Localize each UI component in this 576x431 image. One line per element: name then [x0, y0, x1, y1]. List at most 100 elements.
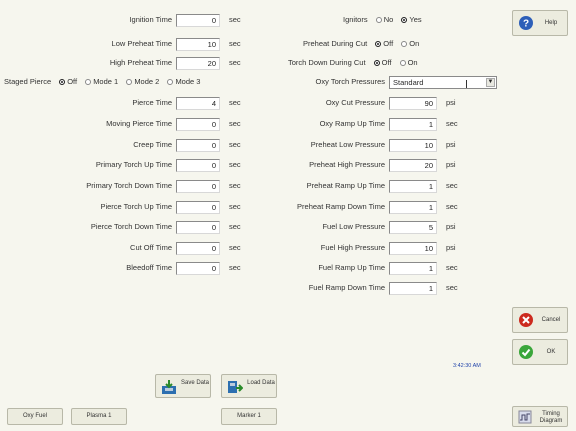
fuel-ramp-down-time-input[interactable]: 1: [389, 282, 437, 295]
primary-torch-down-time-label: Primary Torch Down Time: [86, 181, 172, 190]
torch-down-during-cut-label: Torch Down During Cut: [288, 58, 366, 67]
ignition-time-label: Ignition Time: [129, 15, 172, 24]
pierce-torch-up-time-unit: sec: [229, 202, 241, 211]
help-label: Help: [544, 20, 558, 26]
high-preheat-time-unit: sec: [229, 58, 241, 67]
preheat-ramp-up-time-input[interactable]: 1: [389, 180, 437, 193]
oxy-fuel-button[interactable]: Oxy Fuel: [7, 408, 63, 425]
moving-pierce-time-input[interactable]: 0: [176, 118, 220, 131]
bleedoff-time-label: Bleedoff Time: [126, 263, 172, 272]
ignitors-yes-radio[interactable]: Yes: [401, 15, 422, 24]
torch-down-during-cut-on-radio[interactable]: On: [399, 58, 418, 67]
staged-pierce-mode1-radio[interactable]: Mode 1: [85, 77, 118, 86]
preheat-low-pressure-label: Preheat Low Pressure: [310, 140, 385, 149]
preheat-ramp-up-time-label: Preheat Ramp Up Time: [306, 181, 385, 190]
staged-pierce-label: Staged Pierce: [4, 77, 52, 86]
save-data-button[interactable]: Save Data: [155, 374, 211, 398]
pierce-torch-down-time-input[interactable]: 0: [176, 221, 220, 234]
torch-down-during-cut-off-radio[interactable]: Off: [373, 58, 392, 67]
cut-off-time-input[interactable]: 0: [176, 242, 220, 255]
fuel-high-pressure-label: Fuel High Pressure: [320, 243, 385, 252]
low-preheat-time-unit: sec: [229, 39, 241, 48]
clock: 3:42:30 AM: [453, 363, 481, 369]
pierce-torch-up-time-label: Pierce Torch Up Time: [100, 202, 172, 211]
plasma1-button[interactable]: Plasma 1: [71, 408, 127, 425]
preheat-high-pressure-label: Preheat High Pressure: [309, 160, 385, 169]
pierce-torch-down-time-unit: sec: [229, 222, 241, 231]
low-preheat-time-label: Low Preheat Time: [111, 39, 172, 48]
primary-torch-up-time-unit: sec: [229, 160, 241, 169]
marker1-button[interactable]: Marker 1: [221, 408, 277, 425]
staged-pierce-mode2-radio[interactable]: Mode 2: [126, 77, 159, 86]
oxy-ramp-up-time-input[interactable]: 1: [389, 118, 437, 131]
preheat-low-pressure-unit: psi: [446, 140, 456, 149]
primary-torch-down-time-input[interactable]: 0: [176, 180, 220, 193]
cancel-button[interactable]: Cancel: [512, 307, 568, 333]
svg-text:?: ?: [523, 19, 529, 30]
pierce-time-input[interactable]: 4: [176, 97, 220, 110]
save-data-icon: [161, 379, 177, 397]
ignitors-group: Ignitors No Yes: [343, 13, 422, 27]
creep-time-input[interactable]: 0: [176, 139, 220, 152]
ignitors-no-radio[interactable]: No: [375, 15, 393, 24]
ignition-time-input[interactable]: 0: [176, 14, 220, 27]
preheat-ramp-down-time-input[interactable]: 1: [389, 201, 437, 214]
bleedoff-time-unit: sec: [229, 263, 241, 272]
bleedoff-time-input[interactable]: 0: [176, 262, 220, 275]
low-preheat-time-input[interactable]: 10: [176, 38, 220, 51]
cut-off-time-label: Cut Off Time: [130, 243, 172, 252]
creep-time-label: Creep Time: [133, 140, 172, 149]
oxy-ramp-up-time-label: Oxy Ramp Up Time: [319, 119, 385, 128]
primary-torch-down-time-unit: sec: [229, 181, 241, 190]
fuel-low-pressure-input[interactable]: 5: [389, 221, 437, 234]
oxy-ramp-up-time-unit: sec: [446, 119, 458, 128]
preheat-high-pressure-input[interactable]: 20: [389, 159, 437, 172]
ok-button[interactable]: OK: [512, 339, 568, 365]
text-cursor-icon: [466, 80, 467, 88]
oxy-cut-pressure-unit: psi: [446, 98, 456, 107]
preheat-during-cut-off-radio[interactable]: Off: [375, 39, 393, 48]
staged-pierce-mode3-radio[interactable]: Mode 3: [167, 77, 200, 86]
cancel-x-icon: [519, 313, 533, 327]
oxy-cut-pressure-input[interactable]: 90: [389, 97, 437, 110]
help-button[interactable]: ? Help: [512, 10, 568, 36]
torch-down-during-cut-group: Torch Down During Cut Off On: [288, 56, 418, 70]
fuel-ramp-up-time-input[interactable]: 1: [389, 262, 437, 275]
preheat-high-pressure-unit: psi: [446, 160, 456, 169]
pierce-torch-down-time-label: Pierce Torch Down Time: [90, 222, 172, 231]
primary-torch-up-time-input[interactable]: 0: [176, 159, 220, 172]
chevron-down-icon[interactable]: ▼: [486, 78, 495, 87]
pierce-time-label: Pierce Time: [132, 98, 172, 107]
timing-diagram-icon: [518, 410, 532, 426]
preheat-during-cut-on-radio[interactable]: On: [401, 39, 419, 48]
staged-pierce-group: Staged Pierce Off Mode 1 Mode 2 Mode 3: [4, 75, 200, 89]
staged-pierce-off-radio[interactable]: Off: [59, 77, 77, 86]
moving-pierce-time-unit: sec: [229, 119, 241, 128]
ignitors-label: Ignitors: [343, 15, 368, 24]
preheat-during-cut-group: Preheat During Cut Off On: [303, 37, 419, 51]
oxy-torch-pressures-value: Standard: [393, 78, 424, 87]
oxy-cut-pressure-label: Oxy Cut Pressure: [325, 98, 385, 107]
fuel-ramp-up-time-label: Fuel Ramp Up Time: [318, 263, 385, 272]
creep-time-unit: sec: [229, 140, 241, 149]
fuel-high-pressure-unit: psi: [446, 243, 456, 252]
high-preheat-time-label: High Preheat Time: [109, 58, 172, 67]
oxy-torch-pressures-select[interactable]: Standard ▼: [389, 76, 497, 89]
preheat-ramp-down-time-unit: sec: [446, 202, 458, 211]
oxy-torch-pressures-label: Oxy Torch Pressures: [315, 77, 385, 86]
checkmark-icon: [519, 345, 533, 359]
fuel-high-pressure-input[interactable]: 10: [389, 242, 437, 255]
pierce-torch-up-time-input[interactable]: 0: [176, 201, 220, 214]
timing-diagram-button[interactable]: Timing Diagram: [512, 406, 568, 427]
high-preheat-time-input[interactable]: 20: [176, 57, 220, 70]
ok-label: OK: [546, 349, 556, 355]
load-data-button[interactable]: Load Data: [221, 374, 277, 398]
moving-pierce-time-label: Moving Pierce Time: [106, 119, 172, 128]
timing-diagram-label: Timing Diagram: [539, 411, 563, 424]
fuel-low-pressure-label: Fuel Low Pressure: [322, 222, 385, 231]
save-data-label: Save Data: [180, 380, 210, 386]
load-data-label: Load Data: [247, 380, 275, 386]
preheat-low-pressure-input[interactable]: 10: [389, 139, 437, 152]
fuel-ramp-down-time-label: Fuel Ramp Down Time: [308, 283, 385, 292]
pierce-time-unit: sec: [229, 98, 241, 107]
